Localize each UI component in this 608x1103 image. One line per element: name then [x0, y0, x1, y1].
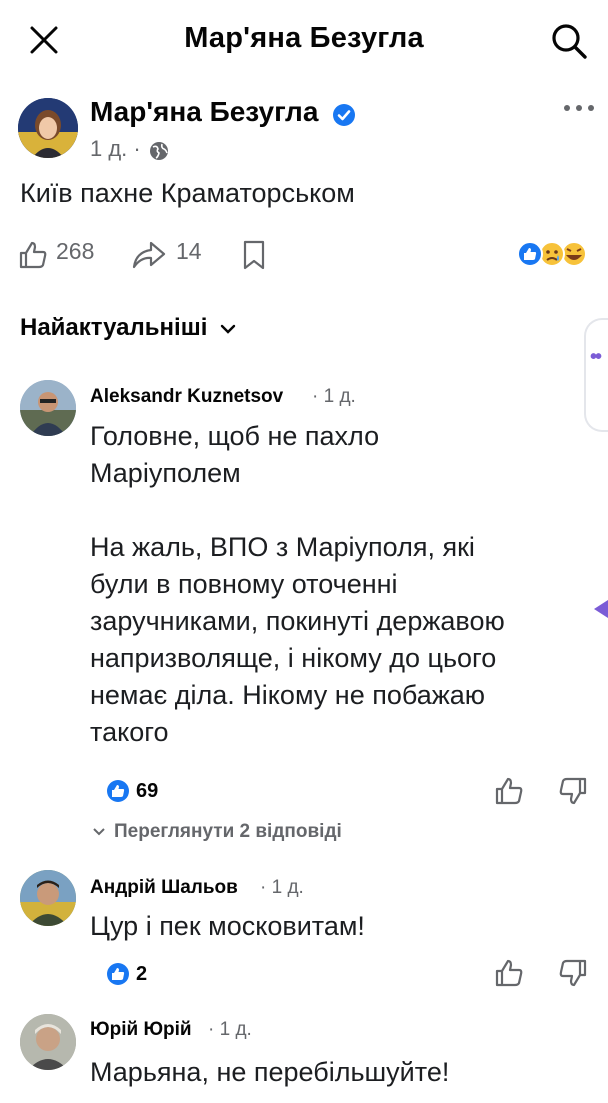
- avatar[interactable]: [20, 1014, 76, 1070]
- comment-timestamp[interactable]: · 1 д.: [312, 386, 356, 408]
- commenter-avatar-image: [20, 1014, 76, 1070]
- chevron-down-icon: [220, 324, 236, 334]
- like-icon[interactable]: [18, 240, 48, 270]
- avatar[interactable]: [20, 870, 76, 926]
- side-tab-arrow-icon[interactable]: [592, 598, 608, 620]
- comment-author[interactable]: Юрій Юрій: [90, 1019, 192, 1041]
- side-panel-handle[interactable]: [584, 318, 608, 432]
- avatar[interactable]: [20, 380, 76, 436]
- like-reaction-icon: [107, 780, 129, 802]
- thumbs-up-icon[interactable]: [494, 958, 524, 988]
- like-count[interactable]: 268: [56, 238, 94, 265]
- comment-text: Марьяна, не перебільшуйте!: [90, 1057, 450, 1087]
- side-panel-dots-icon[interactable]: ••: [590, 346, 602, 369]
- top-bar: Мар'яна Безугла: [0, 0, 608, 82]
- commenter-avatar-image: [20, 380, 76, 436]
- comments-sort-dropdown[interactable]: Найактуальніші: [20, 314, 236, 342]
- like-reaction-icon: [517, 241, 543, 267]
- post-timestamp[interactable]: 1 д. ·: [90, 136, 141, 162]
- comment-text: Головне, щоб не пахло Маріуполем На жаль…: [90, 421, 505, 747]
- view-replies-link[interactable]: Переглянути 2 відповіді: [114, 821, 342, 843]
- bookmark-icon[interactable]: [242, 240, 266, 270]
- post-author-name[interactable]: Мар'яна Безугла: [90, 96, 318, 128]
- page-title: Мар'яна Безугла: [184, 22, 424, 54]
- comment-author[interactable]: Aleksandr Kuznetsov: [90, 386, 283, 408]
- thumbs-up-icon[interactable]: [494, 776, 524, 806]
- thumbs-down-icon[interactable]: [558, 776, 588, 806]
- comment-like-count[interactable]: 69: [136, 780, 158, 803]
- share-icon[interactable]: [132, 240, 166, 270]
- globe-icon: [150, 142, 168, 160]
- reactions-summary[interactable]: [516, 240, 590, 268]
- thumbs-down-icon[interactable]: [558, 958, 588, 988]
- author-avatar-image: [18, 98, 78, 158]
- search-icon[interactable]: [548, 20, 590, 62]
- verified-badge-icon: [333, 104, 355, 126]
- comment-text: Цур і пек московитам!: [90, 911, 365, 941]
- comment-timestamp[interactable]: · 1 д.: [260, 877, 304, 899]
- avatar[interactable]: [18, 98, 78, 158]
- comment-timestamp[interactable]: · 1 д.: [208, 1019, 252, 1041]
- post-text: Київ пахне Краматорськом: [20, 178, 355, 208]
- sort-label: Найактуальніші: [20, 314, 208, 341]
- commenter-avatar-image: [20, 870, 76, 926]
- share-count[interactable]: 14: [176, 238, 202, 265]
- comment-author[interactable]: Андрій Шальов: [90, 877, 238, 899]
- haha-reaction-icon: [561, 241, 587, 267]
- sad-reaction-icon: [539, 241, 565, 267]
- comment-like-count[interactable]: 2: [136, 963, 147, 986]
- more-options-icon[interactable]: [562, 102, 596, 114]
- like-reaction-icon: [107, 963, 129, 985]
- post-header: Мар'яна Безугла 1 д. ·: [0, 90, 608, 170]
- chevron-down-icon: [93, 828, 105, 836]
